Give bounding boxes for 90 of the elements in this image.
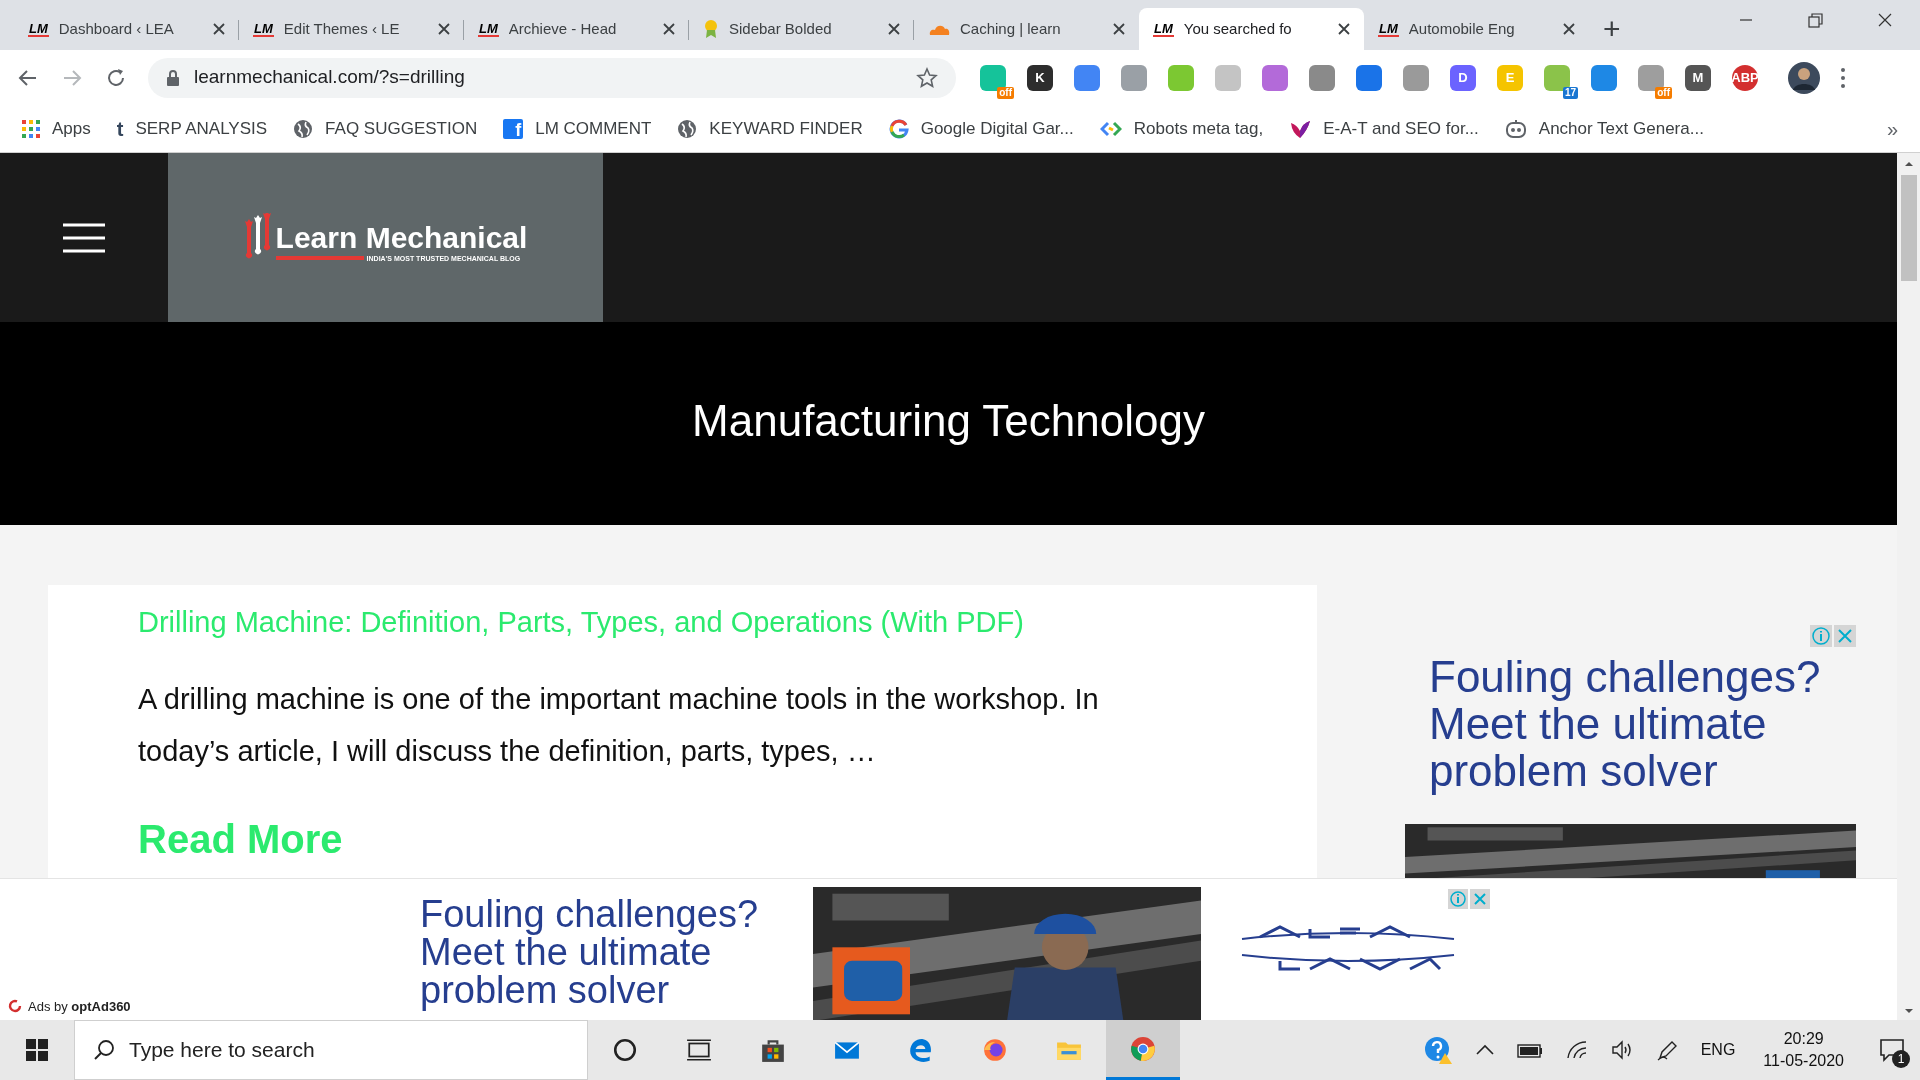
bird-icon [1289, 118, 1312, 139]
speech-bubble-icon [1879, 1038, 1905, 1062]
tab-title: Archieve - Head [508, 18, 618, 39]
menu-icon[interactable] [1840, 66, 1846, 89]
google-icon [888, 118, 909, 139]
tab-title: Dashboard ‹ LEA [58, 18, 175, 39]
close-icon[interactable] [888, 23, 900, 35]
menu-icon[interactable] [63, 222, 105, 253]
badge: off [1655, 86, 1672, 99]
extension-icon[interactable] [1403, 64, 1429, 91]
more-bookmarks-button[interactable]: » [1886, 113, 1898, 144]
taskbar-search-field[interactable]: Type here to search [74, 1020, 588, 1080]
address-bar[interactable]: learnmechanical.com/?s=drilling [148, 57, 956, 98]
globe-icon [677, 118, 698, 139]
extension-icon[interactable] [1356, 64, 1382, 91]
extension-icon[interactable]: K [1027, 64, 1053, 91]
battery-icon[interactable] [1516, 1042, 1543, 1058]
bookmark-link[interactable]: Google Digital Gar... [888, 115, 1074, 142]
extension-icon[interactable]: D [1450, 64, 1476, 91]
bookmark-link[interactable]: Apps [22, 115, 91, 142]
bookmark-link[interactable]: Robots meta tag, [1099, 115, 1264, 142]
bookmark-link[interactable]: FAQ SUGGESTION [293, 115, 478, 142]
site-favicon: LM [478, 21, 499, 37]
close-icon[interactable] [1563, 23, 1575, 35]
bookmark-link[interactable]: Anchor Text Genera... [1504, 115, 1704, 142]
tab-title: You searched fo [1183, 18, 1293, 39]
bookmark-link[interactable]: f LM COMMENT [503, 115, 652, 142]
site-favicon: LM [1378, 21, 1399, 37]
task-view-icon [686, 1037, 712, 1063]
scrollbar-thumb[interactable] [1900, 175, 1917, 281]
new-tab-button[interactable]: + [1603, 14, 1621, 44]
bookmark-link[interactable]: KEYWARD FINDER [677, 115, 863, 142]
ads-by-label[interactable]: Ads by optAd360 [28, 996, 131, 1016]
ribbon-icon [703, 19, 719, 39]
site-favicon: LM [1153, 21, 1174, 37]
language-indicator[interactable]: ENG [1700, 1038, 1736, 1062]
extension-icon[interactable] [1121, 64, 1147, 91]
store-bag-icon [760, 1037, 786, 1063]
close-icon[interactable] [213, 23, 225, 35]
notification-button[interactable]: 1 [1872, 1030, 1912, 1070]
extension-icon[interactable]: M [1685, 64, 1711, 91]
globe-icon [293, 118, 314, 139]
clock-time[interactable]: 20:29 [1783, 1028, 1824, 1050]
site-favicon: LM [253, 21, 274, 37]
clock-date[interactable]: 11-05-2020 [1763, 1050, 1844, 1072]
tab-title: Automobile Eng [1408, 18, 1516, 39]
badge: off [997, 86, 1014, 99]
windows-start-icon[interactable] [26, 1039, 48, 1061]
site-favicon: LM [28, 21, 49, 37]
browser-tab[interactable]: LM You searched fo [1139, 8, 1364, 50]
ad-headline[interactable]: Fouling challenges? Meet the ultimate problem solver [420, 895, 758, 1020]
chevron-up-icon[interactable] [1474, 1044, 1495, 1056]
star-icon[interactable] [916, 66, 938, 89]
close-icon[interactable] [438, 23, 450, 35]
extension-icon[interactable] [1262, 64, 1288, 91]
tab-title: Sidebar Bolded [729, 18, 833, 39]
scroll-down-icon[interactable] [1903, 1006, 1914, 1016]
search-input[interactable]: Type here to search [129, 1034, 569, 1066]
extension-icon[interactable] [1074, 64, 1100, 91]
logo-title: Learn Mechanical [275, 221, 528, 254]
bookmark-favicon: t [116, 118, 124, 139]
extension-icon[interactable]: ABP [1732, 64, 1758, 91]
facebook-favicon: f [503, 118, 524, 139]
close-icon[interactable] [1113, 23, 1125, 35]
extension-icon[interactable] [1309, 64, 1335, 91]
lock-icon [166, 68, 180, 87]
wifi-icon[interactable] [1564, 1040, 1589, 1060]
scrollbar[interactable] [1897, 153, 1920, 1020]
bookmark-link[interactable]: t SERP ANALYSIS [116, 115, 268, 142]
bookmark-link[interactable]: E-A-T and SEO for... [1289, 115, 1479, 142]
tab-title: Caching | learn [960, 18, 1062, 39]
pen-icon[interactable] [1656, 1039, 1679, 1061]
scroll-up-icon[interactable] [1903, 159, 1914, 169]
tab-title: Edit Themes ‹ LE [283, 18, 401, 39]
ring-icon [612, 1037, 638, 1063]
avatar-icon[interactable] [1788, 61, 1820, 94]
apps-grid-icon [22, 119, 40, 138]
page-title: Manufacturing Technology [692, 394, 1205, 447]
browser-e-icon [908, 1037, 934, 1063]
ad-headline[interactable]: Fouling challenges? Meet the ultimate problem solver [1405, 653, 1856, 794]
fox-browser-icon [982, 1037, 1008, 1063]
chrome-icon [1130, 1035, 1156, 1062]
extension-icon[interactable] [1591, 64, 1617, 91]
search-icon [93, 1039, 115, 1061]
refresh-icon [8, 999, 22, 1014]
close-icon[interactable] [663, 23, 675, 35]
robot-icon [1504, 118, 1527, 139]
close-icon[interactable] [1338, 23, 1350, 35]
result-excerpt: A drilling machine is one of the important machine tools in the workshop. In today’s article, I will discuss the definition, parts, types, … [138, 681, 1100, 769]
help-icon[interactable] [1422, 1035, 1453, 1065]
